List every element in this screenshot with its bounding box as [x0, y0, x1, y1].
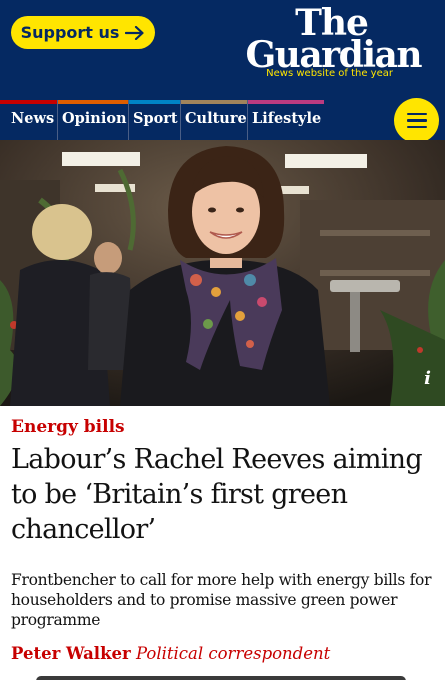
nav-accent-lifestyle: [248, 100, 324, 104]
nav-label-sport: Sport: [133, 110, 178, 127]
byline: Peter Walker Political correspondent: [11, 644, 330, 663]
nav-accent-news: [0, 100, 57, 104]
nav-label-news: News: [11, 110, 55, 127]
nav-label-opinion: Opinion: [62, 110, 127, 127]
arrow-right-icon: [125, 25, 145, 40]
nav-item-sport[interactable]: Sport: [128, 100, 180, 140]
support-us-label: Support us: [20, 23, 120, 42]
image-info-icon[interactable]: i: [424, 368, 431, 389]
nav-item-lifestyle[interactable]: Lifestyle: [247, 100, 324, 140]
section-nav: News Opinion Sport Culture Lifestyle: [0, 100, 445, 140]
bottom-toolbar: [36, 676, 406, 680]
nav-accent-opinion: [58, 100, 128, 104]
support-us-button[interactable]: Support us: [11, 16, 155, 49]
article-kicker[interactable]: Energy bills: [11, 417, 125, 437]
byline-role: Political correspondent: [135, 644, 331, 663]
nav-label-culture: Culture: [185, 110, 247, 127]
hamburger-icon-line-2: [406, 119, 427, 122]
photo-illustration: [0, 140, 445, 406]
article-headline[interactable]: Labour’s Rachel Reeves aiming to be ‘Bri…: [11, 442, 441, 547]
nav-label-lifestyle: Lifestyle: [252, 110, 322, 127]
article-photo[interactable]: [0, 140, 445, 406]
nav-item-culture[interactable]: Culture: [180, 100, 247, 140]
status-bar: [0, 0, 445, 6]
menu-button[interactable]: [394, 98, 439, 143]
nav-accent-culture: [181, 100, 247, 104]
logo-word-guardian: Guardian: [245, 34, 422, 76]
nav-item-news[interactable]: News: [0, 100, 57, 140]
nav-item-opinion[interactable]: Opinion: [57, 100, 128, 140]
hamburger-icon-line-3: [406, 125, 427, 129]
article-standfirst: Frontbencher to call for more help with …: [11, 571, 432, 629]
tagline: News website of the year: [266, 68, 393, 79]
nav-accent-sport: [129, 100, 180, 104]
byline-author[interactable]: Peter Walker: [11, 644, 131, 663]
masthead: Support us The Guardian News website of …: [0, 0, 445, 100]
hamburger-icon-line-1: [406, 112, 427, 116]
